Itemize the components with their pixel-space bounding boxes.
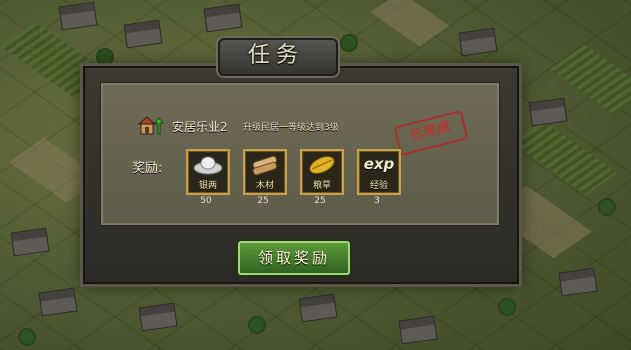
- tree: [600, 200, 614, 214]
- reward-name: 经验: [369, 181, 388, 191]
- tree: [98, 50, 112, 64]
- reward-slot-wood[interactable]: 木材: [243, 149, 287, 195]
- building: [38, 287, 78, 317]
- building: [398, 315, 438, 345]
- reward-slot-exp[interactable]: exp 经验: [357, 149, 401, 195]
- building: [458, 27, 498, 57]
- reward-quantity: 25: [314, 196, 326, 206]
- tree: [250, 318, 264, 332]
- building: [203, 3, 243, 33]
- exp-icon: exp: [363, 155, 395, 173]
- building: [298, 293, 338, 323]
- wood-icon: [252, 155, 278, 176]
- tree: [342, 36, 356, 50]
- reward-slot-grain[interactable]: 粮草: [300, 149, 344, 195]
- reward-quantity: 50: [200, 196, 212, 206]
- building: [10, 227, 50, 257]
- tree: [20, 330, 34, 344]
- reward-label: 奖励:: [132, 161, 163, 176]
- building: [58, 1, 98, 31]
- claim-reward-button[interactable]: 领取奖励: [238, 241, 350, 275]
- reward-quantity: 3: [374, 196, 380, 206]
- quest-name: 安居乐业2: [172, 120, 228, 134]
- building: [123, 19, 163, 49]
- reward-name: 木材: [255, 181, 274, 191]
- reward-slot-silver[interactable]: 银两: [186, 149, 230, 195]
- silver-ingot-icon: [193, 156, 223, 175]
- building: [138, 302, 178, 332]
- building: [528, 97, 568, 127]
- quest-description: 升级民居一等级达到3级: [243, 123, 339, 133]
- house-upgrade-icon: [137, 116, 163, 135]
- grain-icon: [309, 156, 335, 174]
- dialog-title: 任务: [247, 43, 304, 68]
- tree: [500, 300, 514, 314]
- building: [558, 267, 598, 297]
- reward-name: 银两: [198, 181, 217, 191]
- reward-name: 粮草: [312, 181, 331, 191]
- reward-quantity: 25: [257, 196, 269, 206]
